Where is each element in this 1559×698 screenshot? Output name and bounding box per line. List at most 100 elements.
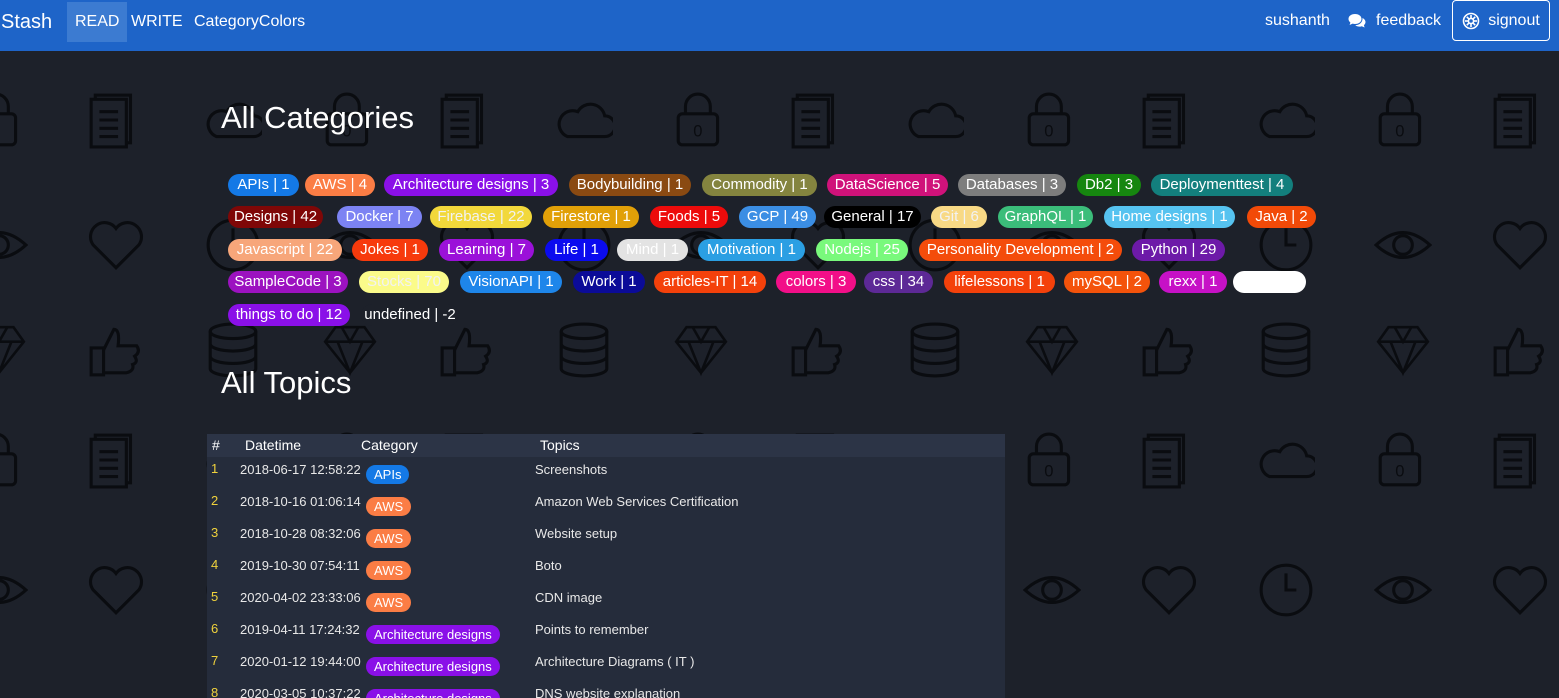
category-badge[interactable]: Commodity | 1 (702, 174, 817, 196)
category-badge[interactable]: Architecture designs | 3 (384, 174, 558, 196)
category-badge[interactable]: lifelessons | 1 (944, 271, 1055, 293)
category-badge[interactable]: Db2 | 3 (1077, 174, 1141, 196)
category-badge[interactable]: Git | 6 (931, 206, 987, 228)
svg-text:0: 0 (1044, 462, 1053, 481)
category-badge[interactable]: css | 34 (864, 271, 933, 293)
header-datetime[interactable]: Datetime (245, 437, 301, 453)
category-badge[interactable]: Designs | 42 (228, 206, 323, 228)
table-row[interactable]: 7 2020-01-12 19:44:00 Architecture designs… (207, 653, 1005, 685)
table-row[interactable]: 5 2020-04-02 23:33:06 AWS CDN image (207, 589, 1005, 621)
row-datetime: 2018-10-28 08:32:06 (240, 526, 361, 541)
lock-icon: 0 (1027, 92, 1071, 147)
category-badge[interactable]: Life | 1 (545, 239, 608, 261)
category-badge[interactable]: GCP | 49 (739, 206, 816, 228)
username-link[interactable]: sushanth (1265, 12, 1330, 30)
category-badge[interactable]: Docker | 7 (337, 206, 422, 228)
header-topics[interactable]: Topics (540, 437, 580, 453)
table-row[interactable]: 2 2018-10-16 01:06:14 AWS Amazon Web Servic… (207, 493, 1005, 525)
row-category-badge[interactable]: APIs (366, 465, 410, 484)
comments-icon (1348, 14, 1366, 28)
nav-categorycolors-link[interactable]: CategoryColors (186, 2, 313, 42)
nav-read-link[interactable]: READ (67, 2, 128, 42)
category-badge[interactable]: DataScience | 5 (827, 174, 948, 196)
row-topic-link[interactable]: Boto (535, 558, 562, 573)
heart-icon (1492, 566, 1548, 615)
thumb-icon (1493, 327, 1544, 377)
category-badge[interactable]: APIs | 1 (228, 174, 299, 196)
brand-logo[interactable]: Stash (1, 11, 52, 34)
category-badge[interactable]: SampleCode | 3 (228, 271, 348, 293)
table-row[interactable]: 3 2018-10-28 08:32:06 AWS Website setup (207, 525, 1005, 557)
table-row[interactable]: 8 2020-03-05 10:37:22 Architecture designs… (207, 685, 1005, 698)
category-badge[interactable]: Databases | 3 (958, 174, 1066, 196)
feedback-link[interactable]: feedback (1348, 12, 1441, 30)
db-icon (1261, 322, 1311, 378)
category-badge[interactable]: VisionAPI | 1 (460, 271, 562, 293)
row-topic-link[interactable]: CDN image (535, 590, 602, 605)
category-badge[interactable]: Nodejs | 25 (816, 239, 908, 261)
row-topic-link[interactable]: Architecture Diagrams ( IT ) (535, 654, 694, 669)
table-row[interactable]: 6 2019-04-11 17:24:32 Architecture designs… (207, 621, 1005, 653)
row-category-badge[interactable]: Architecture designs (366, 625, 500, 644)
header-category[interactable]: Category (361, 437, 418, 453)
signout-button[interactable]: signout (1452, 0, 1550, 41)
category-badge[interactable]: Deploymenttest | 4 (1151, 174, 1293, 196)
category-badge[interactable]: AWS | 4 (305, 174, 375, 196)
category-badge[interactable]: General | 17 (824, 206, 921, 228)
heart-icon (88, 221, 144, 270)
category-badge[interactable]: Stocks | 70 (359, 271, 449, 293)
category-badge[interactable]: Personality Development | 2 (919, 239, 1122, 261)
row-index: 5 (211, 589, 219, 604)
category-badge[interactable]: Jokes | 1 (352, 239, 428, 261)
heart-icon (1141, 566, 1197, 615)
row-index: 8 (211, 685, 219, 698)
category-badge[interactable]: Bodybuilding | 1 (569, 174, 691, 196)
category-badge[interactable]: Learning | 7 (439, 239, 534, 261)
category-badge[interactable]: Work | 1 (573, 271, 645, 293)
category-badge[interactable]: Firebase | 22 (430, 206, 532, 228)
row-topic-link[interactable]: Website setup (535, 526, 617, 541)
row-category-badge[interactable]: Architecture designs (366, 689, 500, 698)
doc-icon (1142, 433, 1186, 489)
nav-write-link[interactable]: WRITE (123, 2, 191, 42)
row-topic-link[interactable]: Screenshots (535, 462, 607, 477)
table-row[interactable]: 4 2019-10-30 07:54:11 AWS Boto (207, 557, 1005, 589)
category-badge[interactable]: rexx | 1 (1159, 271, 1227, 293)
row-topic-link[interactable]: DNS website explanation (535, 686, 680, 698)
top-navbar: Stash READ WRITE CategoryColors sushanth… (0, 0, 1559, 51)
table-row[interactable]: 1 2018-06-17 12:58:22 APIs Screenshots (207, 461, 1005, 493)
category-badge[interactable]: Java | 2 (1247, 206, 1316, 228)
category-badge[interactable]: Python | 29 (1132, 239, 1225, 261)
doc-icon (89, 93, 133, 149)
category-badge[interactable]: Javascript | 22 (228, 239, 342, 261)
category-badge[interactable]: Firestore | 1 (543, 206, 639, 228)
row-datetime: 2020-04-02 23:33:06 (240, 590, 361, 605)
category-badge[interactable]: articles-IT | 14 (654, 271, 766, 293)
row-category-badge[interactable]: AWS (366, 561, 412, 580)
row-index: 7 (211, 653, 219, 668)
doc-icon (440, 93, 484, 149)
category-badge[interactable]: mySQL | 2 (1064, 271, 1150, 293)
row-category-badge[interactable]: AWS (366, 497, 412, 516)
row-index: 6 (211, 621, 219, 636)
category-badge[interactable]: colors | 3 (776, 271, 856, 293)
diamond-icon (1025, 325, 1079, 377)
category-badge[interactable]: Foods | 5 (650, 206, 728, 228)
category-badge[interactable]: Home designs | 1 (1104, 206, 1235, 228)
category-badge[interactable]: undefined | -2 (361, 304, 459, 326)
row-category-badge[interactable]: Architecture designs (366, 657, 500, 676)
category-badge[interactable] (1233, 271, 1306, 293)
category-badge[interactable]: Mind | 1 (617, 239, 688, 261)
row-topic-link[interactable]: Points to remember (535, 622, 648, 637)
settings-icon (1462, 12, 1480, 29)
category-badge[interactable]: Motivation | 1 (698, 239, 805, 261)
row-category-badge[interactable]: AWS (366, 593, 412, 612)
row-category-badge[interactable]: AWS (366, 529, 412, 548)
category-badge[interactable]: things to do | 12 (228, 304, 350, 326)
doc-icon (1493, 93, 1537, 149)
row-topic-link[interactable]: Amazon Web Services Certification (535, 494, 739, 509)
row-datetime: 2020-01-12 19:44:00 (240, 654, 361, 669)
row-datetime: 2018-06-17 12:58:22 (240, 462, 361, 477)
category-badge[interactable]: GraphQL | 1 (998, 206, 1093, 228)
row-index: 1 (211, 461, 219, 476)
